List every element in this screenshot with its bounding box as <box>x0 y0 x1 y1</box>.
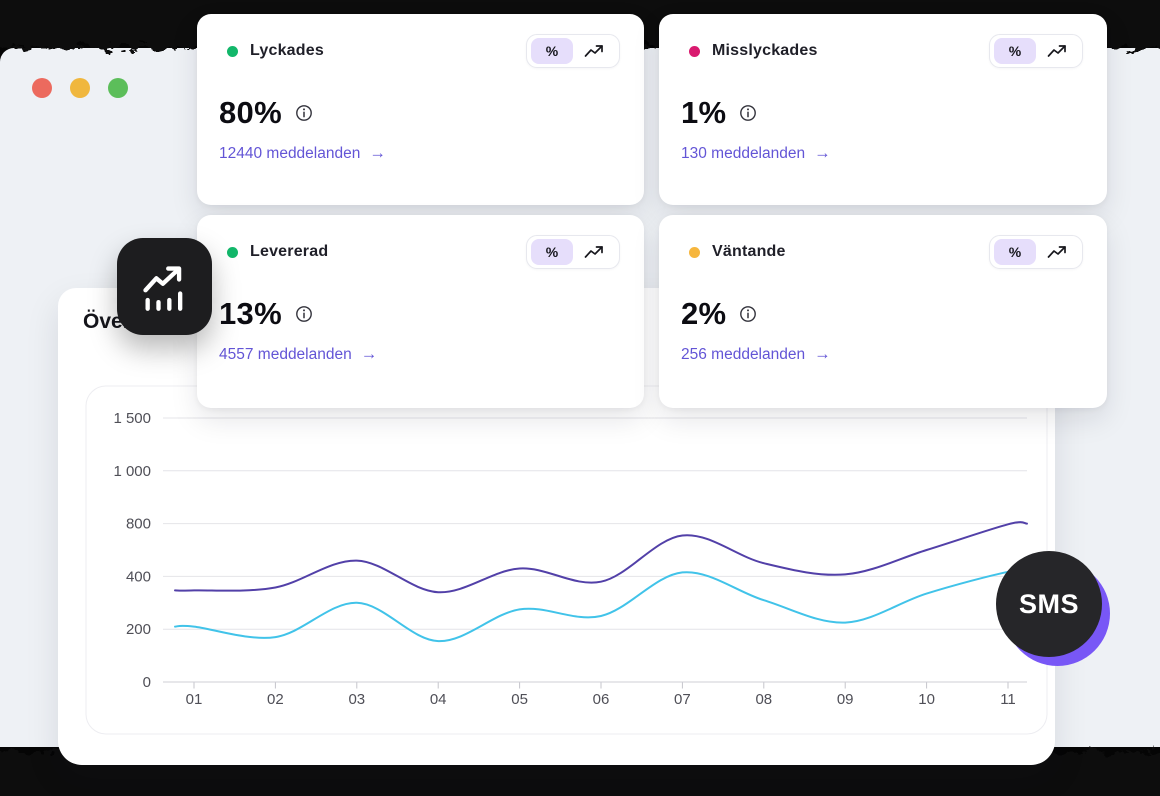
card-value: 13% <box>219 296 282 332</box>
trend-toggle-button[interactable] <box>1036 239 1078 265</box>
svg-text:400: 400 <box>126 568 151 585</box>
chart-trend-icon <box>139 261 191 313</box>
info-icon[interactable] <box>739 104 757 122</box>
trend-up-icon <box>1047 245 1067 259</box>
card-title: Väntande <box>712 243 786 261</box>
svg-text:1 500: 1 500 <box>113 410 151 427</box>
svg-text:03: 03 <box>348 691 365 708</box>
card-value: 2% <box>681 296 726 332</box>
messages-link[interactable]: 256 meddelanden → <box>681 345 1083 364</box>
window-minimize-button[interactable] <box>70 78 90 98</box>
stat-card-vantande: Väntande % 2% 256 meddelanden <box>659 215 1107 408</box>
view-toggle: % <box>989 235 1083 269</box>
screenshot-canvas: Översikt 02004008001 0001 50001020304050… <box>0 0 1160 796</box>
svg-text:02: 02 <box>267 691 284 708</box>
arrow-right-icon: → <box>814 345 831 364</box>
view-toggle: % <box>989 34 1083 68</box>
svg-text:200: 200 <box>126 621 151 638</box>
line-chart: 0 200 400 800 1 000 1 500 01 02 03 04 05 06 07 08 09 10… <box>85 383 1050 742</box>
messages-link[interactable]: 130 meddelanden → <box>681 144 1083 163</box>
info-icon[interactable] <box>295 104 313 122</box>
window-close-button[interactable] <box>32 78 52 98</box>
percent-toggle-button[interactable]: % <box>531 239 573 265</box>
card-value: 80% <box>219 95 282 131</box>
messages-link[interactable]: 12440 meddelanden → <box>219 144 620 163</box>
view-toggle: % <box>526 34 620 68</box>
svg-text:11: 11 <box>1000 691 1016 708</box>
card-title: Lyckades <box>250 42 324 60</box>
messages-link[interactable]: 4557 meddelanden → <box>219 345 620 364</box>
status-dot <box>689 46 700 57</box>
sms-badge-label: SMS <box>1019 589 1079 620</box>
arrow-right-icon: → <box>814 144 831 163</box>
status-dot <box>227 247 238 258</box>
svg-text:800: 800 <box>126 516 151 533</box>
trend-toggle-button[interactable] <box>1036 38 1078 64</box>
sms-badge: SMS <box>996 551 1102 657</box>
svg-text:09: 09 <box>837 691 854 708</box>
svg-text:01: 01 <box>186 691 203 708</box>
messages-link-label: 12440 meddelanden <box>219 145 360 163</box>
messages-link-label: 4557 meddelanden <box>219 346 352 364</box>
percent-toggle-button[interactable]: % <box>531 38 573 64</box>
arrow-right-icon: → <box>369 144 386 163</box>
svg-text:1 000: 1 000 <box>113 463 151 480</box>
svg-text:10: 10 <box>918 691 935 708</box>
percent-toggle-button[interactable]: % <box>994 239 1036 265</box>
svg-text:07: 07 <box>674 691 691 708</box>
messages-link-label: 256 meddelanden <box>681 346 805 364</box>
arrow-right-icon: → <box>361 345 378 364</box>
trend-up-icon <box>1047 44 1067 58</box>
line-chart-svg: 0 200 400 800 1 000 1 500 01 02 03 04 05 06 07 08 09 10… <box>85 383 1050 737</box>
status-dot <box>689 247 700 258</box>
trend-toggle-button[interactable] <box>573 239 615 265</box>
svg-text:08: 08 <box>755 691 772 708</box>
card-value: 1% <box>681 95 726 131</box>
stat-card-levererad: Levererad % 13% 4557 meddelanden <box>197 215 644 408</box>
svg-text:06: 06 <box>593 691 610 708</box>
card-title: Levererad <box>250 243 328 261</box>
info-icon[interactable] <box>739 305 757 323</box>
info-icon[interactable] <box>295 305 313 323</box>
window-zoom-button[interactable] <box>108 78 128 98</box>
trend-up-icon <box>584 44 604 58</box>
svg-text:05: 05 <box>511 691 528 708</box>
trend-up-icon <box>584 245 604 259</box>
stat-card-misslyckades: Misslyckades % 1% 130 meddelanden <box>659 14 1107 205</box>
svg-text:04: 04 <box>430 691 447 708</box>
svg-text:0: 0 <box>143 674 151 691</box>
messages-link-label: 130 meddelanden <box>681 145 805 163</box>
card-title: Misslyckades <box>712 42 818 60</box>
percent-toggle-button[interactable]: % <box>994 38 1036 64</box>
stat-card-lyckades: Lyckades % 80% 12440 meddelanden <box>197 14 644 205</box>
trend-chart-badge <box>117 238 212 335</box>
status-dot <box>227 46 238 57</box>
view-toggle: % <box>526 235 620 269</box>
trend-toggle-button[interactable] <box>573 38 615 64</box>
